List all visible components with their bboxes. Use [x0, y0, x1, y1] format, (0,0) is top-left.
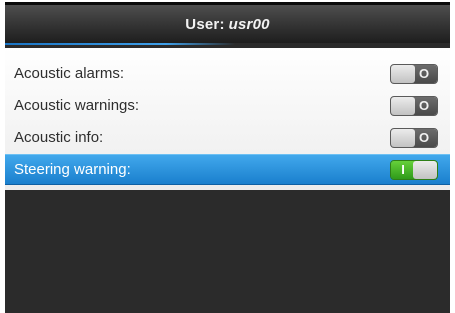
toggle-off-icon: O: [418, 66, 430, 81]
title-bar: User: usr00: [5, 5, 450, 43]
acoustic-warnings-toggle[interactable]: O: [390, 95, 438, 116]
toggle-knob: [391, 96, 415, 115]
setting-row-acoustic-info[interactable]: Acoustic info: O: [5, 122, 450, 153]
device-screen: User: usr00 Acoustic alarms: O Acoustic …: [5, 2, 450, 313]
acoustic-info-toggle[interactable]: O: [390, 127, 438, 148]
user-name: usr00: [228, 15, 270, 33]
steering-warning-toggle[interactable]: I: [390, 159, 438, 180]
setting-row-acoustic-warnings[interactable]: Acoustic warnings: O: [5, 90, 450, 121]
toggle-knob: [413, 160, 437, 179]
setting-row-acoustic-alarms[interactable]: Acoustic alarms: O: [5, 58, 450, 89]
acoustic-alarms-toggle[interactable]: O: [390, 63, 438, 84]
setting-label: Acoustic warnings:: [14, 97, 140, 114]
toggle-off-icon: O: [418, 98, 430, 113]
setting-label: Acoustic info:: [14, 129, 104, 146]
setting-row-steering-warning[interactable]: Steering warning: I: [5, 154, 450, 185]
setting-label: Steering warning:: [14, 161, 131, 178]
toggle-off-icon: O: [418, 130, 430, 145]
setting-label: Acoustic alarms:: [14, 65, 125, 82]
toggle-knob: [391, 64, 415, 83]
toggle-knob: [391, 128, 415, 147]
settings-list: Acoustic alarms: O Acoustic warnings: O …: [5, 48, 450, 190]
toggle-on-icon: I: [401, 162, 405, 177]
title-prefix: User:: [185, 15, 225, 33]
title-underline: [5, 43, 235, 45]
